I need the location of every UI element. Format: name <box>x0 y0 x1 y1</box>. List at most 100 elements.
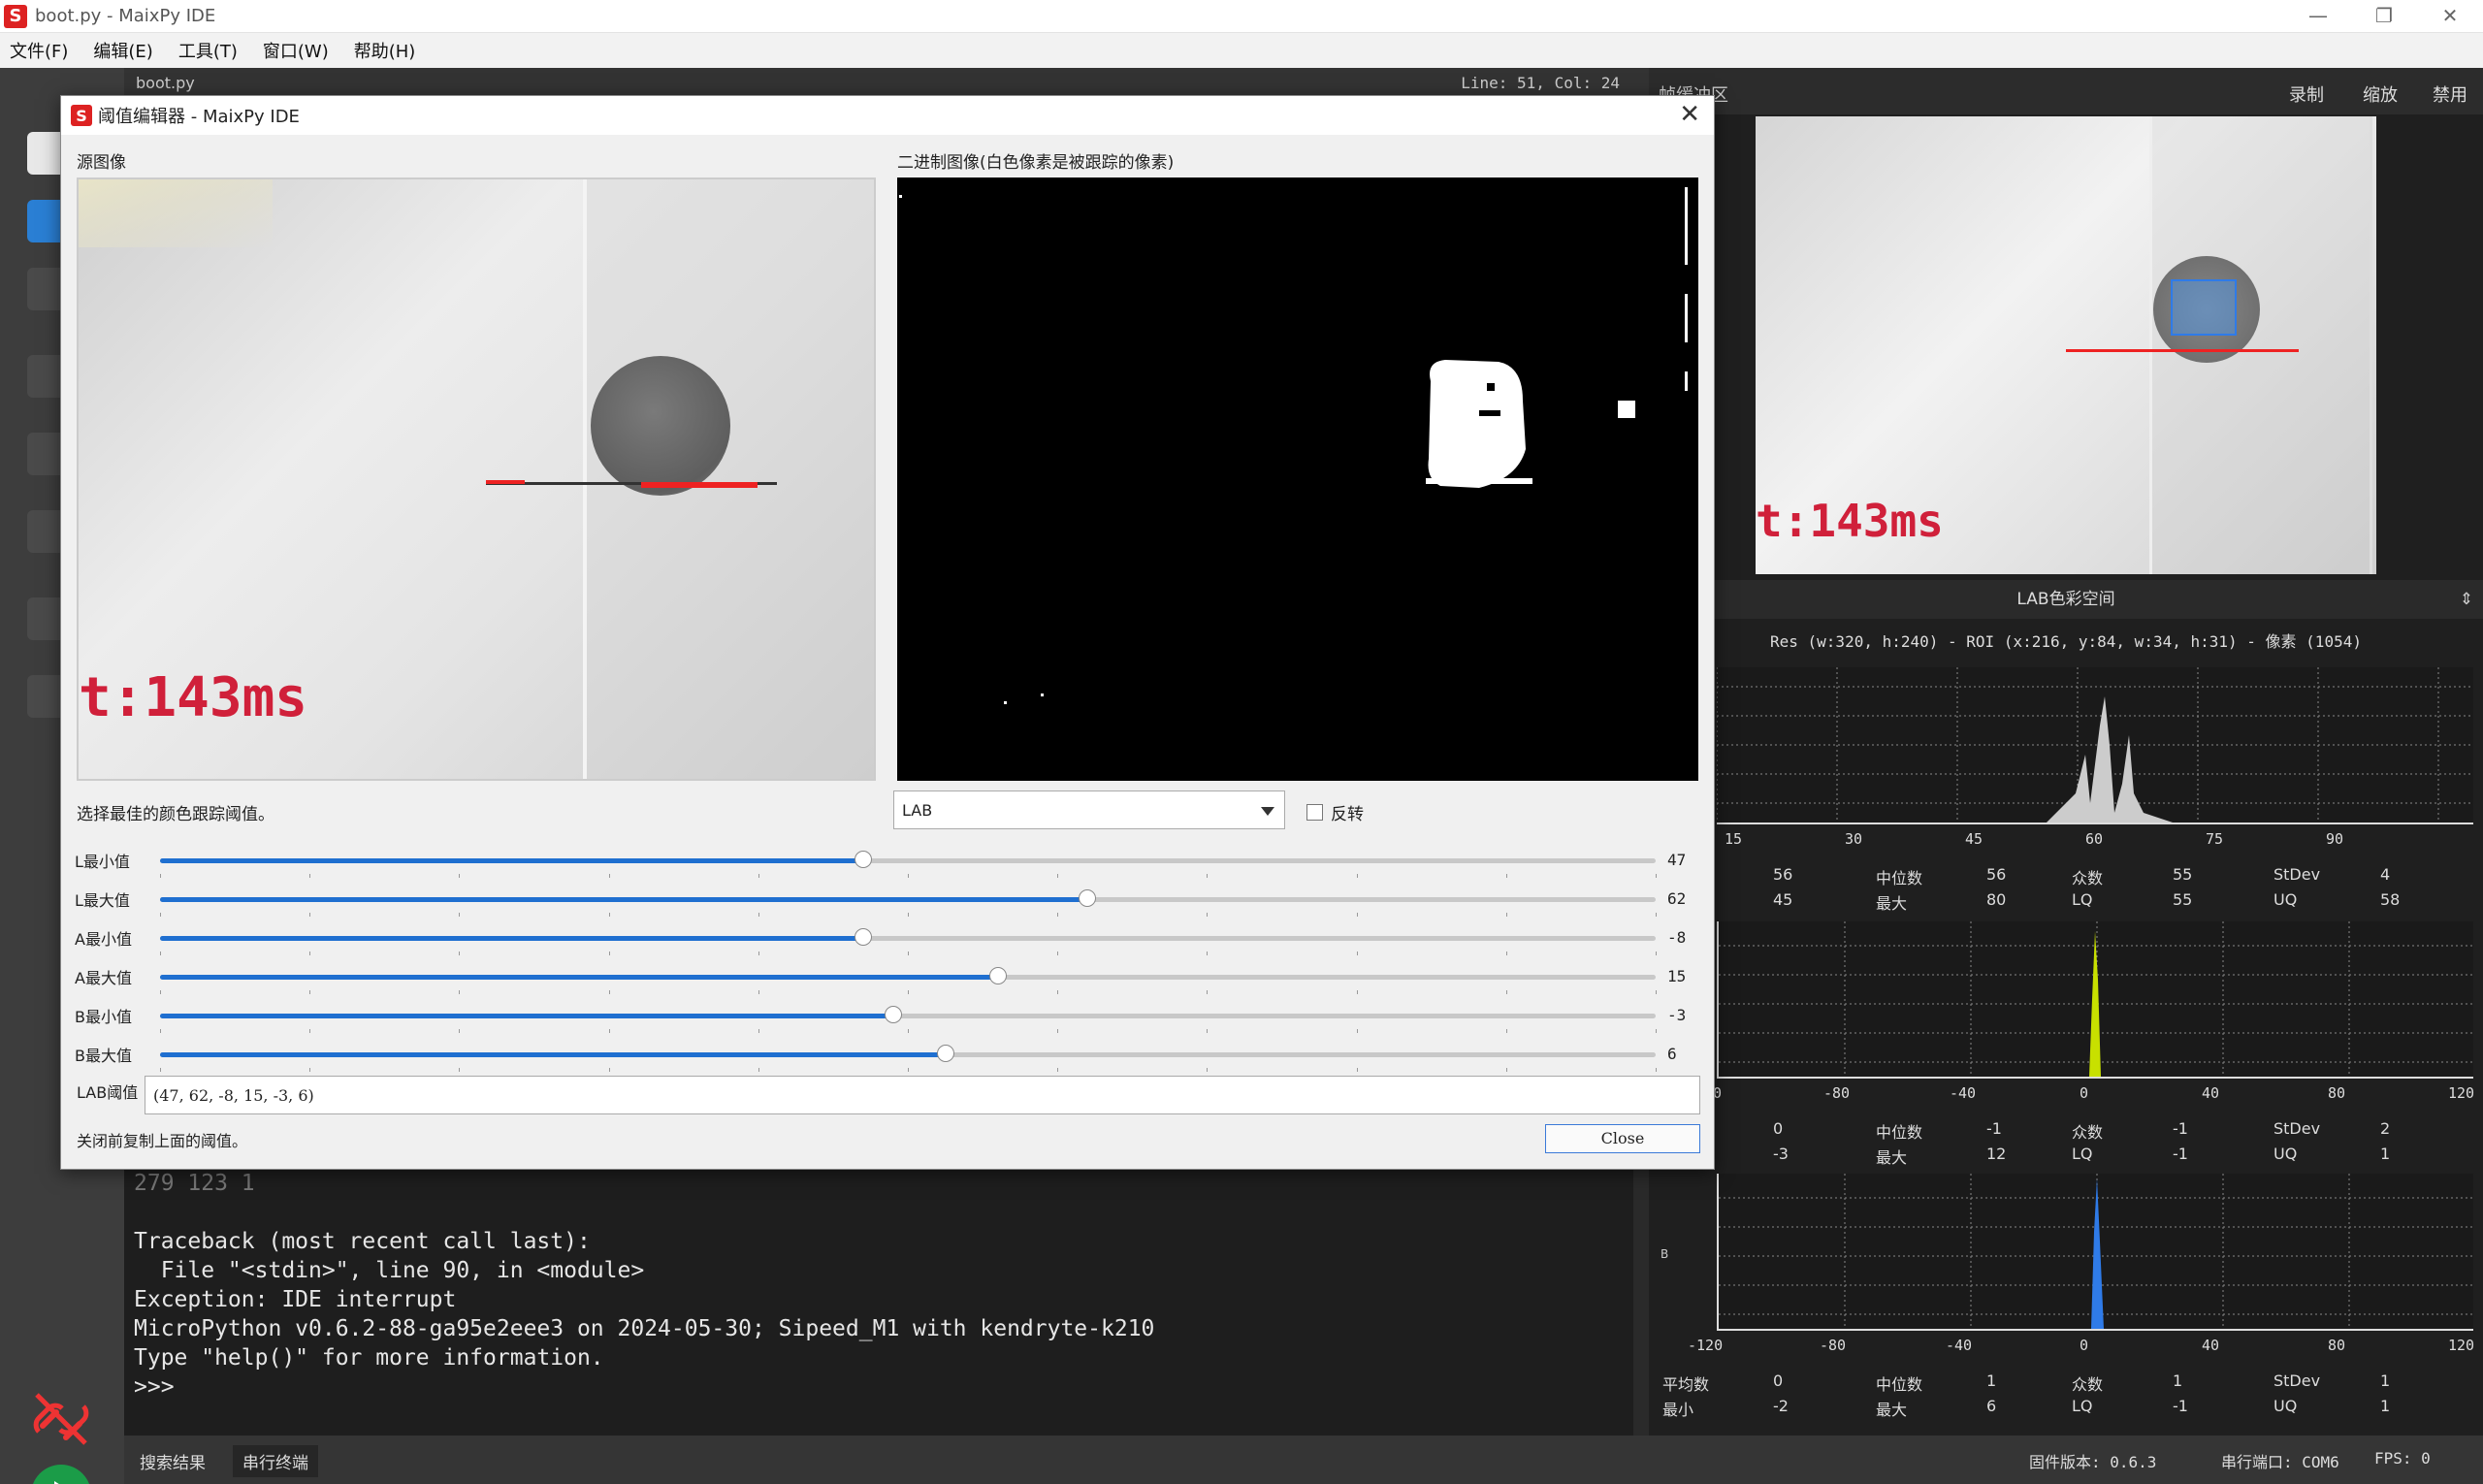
slider-tick <box>1505 1068 1507 1072</box>
l-mode: 55 <box>2173 865 2193 884</box>
slider-tick <box>1057 990 1059 994</box>
slider-tick <box>1656 874 1657 878</box>
b-min: -2 <box>1773 1397 1789 1415</box>
binary-image[interactable] <box>897 177 1698 781</box>
blob-hole <box>1487 383 1495 391</box>
slider-tick <box>1057 913 1059 917</box>
tracked-square <box>1618 401 1635 418</box>
slider-handle[interactable] <box>988 967 1007 984</box>
terminal-scrollbar[interactable] <box>1633 1169 1649 1436</box>
checkbox-icon[interactable] <box>1306 804 1323 821</box>
restore-button[interactable]: ❐ <box>2351 0 2417 33</box>
slider-handle[interactable] <box>854 928 872 946</box>
a-max: 12 <box>1986 1145 2007 1163</box>
serial-port[interactable]: 串行端口: COM6 <box>2221 1449 2339 1472</box>
disable-button[interactable]: 禁用 <box>2433 81 2467 107</box>
tracked-edge <box>1685 371 1688 391</box>
close-window-button[interactable]: ✕ <box>2417 0 2483 33</box>
roi-box[interactable] <box>2171 279 2237 336</box>
slider-tick <box>1505 913 1507 917</box>
lab-threshold-field[interactable]: (47, 62, -8, 15, -3, 6) <box>145 1076 1700 1114</box>
run-button[interactable] <box>31 1465 91 1484</box>
menu-bar: 文件(F) 编辑(E) 工具(T) 窗口(W) 帮助(H) <box>0 33 2483 68</box>
b-lq-label: LQ <box>2072 1397 2093 1415</box>
minimize-button[interactable]: — <box>2285 0 2351 33</box>
slider-track[interactable] <box>160 889 1656 907</box>
l-stdev-label: StDev <box>2273 865 2321 884</box>
slider-fill <box>160 1014 893 1018</box>
a-histogram-area <box>2089 931 2101 1077</box>
resolution-info: Res (w:320, h:240) - ROI (x:216, y:84, w… <box>1770 632 2362 651</box>
menu-window[interactable]: 窗口(W) <box>263 38 329 63</box>
invert-checkbox[interactable]: 反转 <box>1306 800 1364 824</box>
editor-file-tab[interactable]: boot.py <box>136 74 195 92</box>
slider-track[interactable] <box>160 928 1656 946</box>
source-image[interactable]: t:143ms <box>77 177 876 781</box>
slider-tick <box>908 913 909 917</box>
colorspace-dropdown[interactable]: LAB <box>893 790 1285 829</box>
record-button[interactable]: 录制 <box>2289 81 2324 107</box>
spinner-icon[interactable]: ⇕ <box>2460 580 2473 619</box>
menu-help[interactable]: 帮助(H) <box>354 38 416 63</box>
framebuffer-image[interactable]: t:143ms <box>1756 116 2376 574</box>
tracked-blob-edge <box>1426 478 1532 484</box>
slider-value: 62 <box>1667 889 1687 908</box>
dialog-title-bar: S 阈值编辑器 - MaixPy IDE ✕ <box>61 96 1714 135</box>
tab-search-results[interactable]: 搜索结果 <box>130 1445 215 1477</box>
menu-tools[interactable]: 工具(T) <box>178 38 238 63</box>
slider-track[interactable] <box>160 967 1656 984</box>
a-lq-label: LQ <box>2072 1145 2093 1163</box>
slider-handle[interactable] <box>1079 889 1097 907</box>
menu-edit[interactable]: 编辑(E) <box>93 38 152 63</box>
slider-tick <box>459 913 461 917</box>
slider-track[interactable] <box>160 1045 1656 1062</box>
slider-tick <box>160 990 161 994</box>
l-tick: 90 <box>2326 830 2344 848</box>
colorspace-selector[interactable]: LAB色彩空间 ⇕ <box>1649 580 2483 619</box>
l-axis: 15 30 45 60 75 90 <box>1649 830 2483 850</box>
slider-tick <box>309 952 311 955</box>
dialog-close-icon[interactable]: ✕ <box>1679 100 1700 129</box>
slider-tick <box>1207 874 1209 878</box>
status-bar: 搜索结果 串行终端 固件版本: 0.6.3 串行端口: COM6 FPS: 0 <box>124 1436 2483 1484</box>
serial-terminal[interactable]: 279 123 1 Traceback (most recent call la… <box>124 1169 1633 1436</box>
b-stdev-label: StDev <box>2273 1371 2321 1390</box>
b-tick: -80 <box>1820 1337 1847 1354</box>
slider-tick <box>1057 874 1059 878</box>
slider-tick <box>1505 874 1507 878</box>
slider-ticks <box>160 990 1657 994</box>
l-mean: 56 <box>1773 865 1793 884</box>
l-tick: 15 <box>1725 830 1743 848</box>
b-tick: 80 <box>2328 1337 2346 1354</box>
slider-handle[interactable] <box>854 851 872 868</box>
zoom-button[interactable]: 缩放 <box>2363 81 2398 107</box>
tracked-blob <box>1428 360 1526 488</box>
app-logo-icon: S <box>4 4 27 28</box>
slider-handle[interactable] <box>884 1006 902 1023</box>
window-controls: — ❐ ✕ <box>2285 0 2483 33</box>
b-tick: 120 <box>2448 1337 2475 1354</box>
slider-l-max: L最大值 62 <box>75 882 1714 920</box>
tracked-edge <box>1685 294 1688 342</box>
close-button[interactable]: Close <box>1545 1124 1700 1153</box>
lab-threshold-label: LAB阈值 <box>77 1083 139 1102</box>
b-tick: 40 <box>2202 1337 2220 1354</box>
l-tick: 45 <box>1965 830 1983 848</box>
menu-file[interactable]: 文件(F) <box>10 38 68 63</box>
colorspace-value: LAB <box>902 801 933 820</box>
l-mode-label: 众数 <box>2072 869 2104 887</box>
a-mode: -1 <box>2173 1119 2188 1138</box>
slider-handle[interactable] <box>936 1045 954 1062</box>
slider-value: -3 <box>1667 1006 1687 1024</box>
slider-tick <box>459 990 461 994</box>
slider-ticks <box>160 1029 1657 1033</box>
disconnect-icon[interactable] <box>29 1387 93 1451</box>
slider-a-max: A最大值 15 <box>75 959 1714 998</box>
a-max-label: 最大 <box>1876 1148 1908 1167</box>
b-side-label: B <box>1661 1247 1669 1261</box>
slider-track[interactable] <box>160 1006 1656 1023</box>
tab-serial-terminal[interactable]: 串行终端 <box>233 1445 318 1477</box>
slider-label: A最大值 <box>75 969 132 987</box>
slider-track[interactable] <box>160 851 1656 868</box>
